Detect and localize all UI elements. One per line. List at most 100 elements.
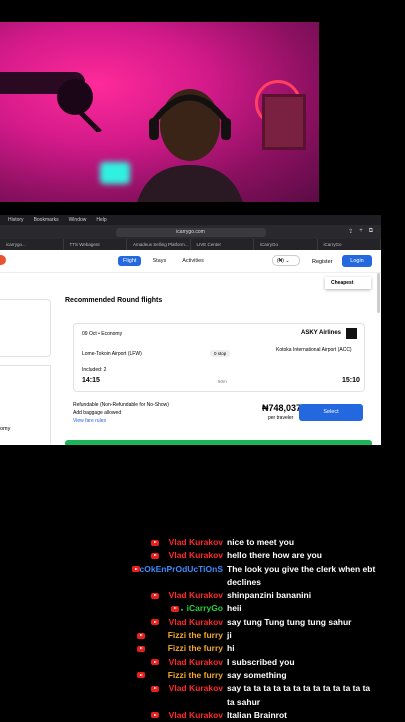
- chat-message: cOkEnPrOdUcTiOnS The look you give the cl…: [0, 563, 405, 576]
- wall-frame: [262, 94, 306, 150]
- cyan-light: [100, 162, 130, 184]
- youtube-icon: [136, 645, 145, 652]
- chat-author[interactable]: cOkEnPrOdUcTiOnS: [140, 563, 223, 576]
- refund-text: Refundable (Non-Refundable for No-Show): [73, 402, 169, 408]
- chat-text: say tung Tung tung tung sahur: [227, 616, 352, 627]
- filter-text: omy: [0, 426, 11, 432]
- fare-rules-link[interactable]: View fare rules: [73, 417, 169, 425]
- destination-airport: Kotoka International Airport (ACC): [276, 347, 352, 353]
- chat-message: ta sahur: [0, 696, 405, 709]
- chat-message: iCarryGo ▪ heii: [0, 602, 405, 615]
- chat-author[interactable]: Vlad Kurakov: [169, 549, 223, 562]
- chat-author[interactable]: Vlad Kurakov: [169, 682, 223, 695]
- chat-author[interactable]: Vlad Kurakov: [169, 709, 223, 722]
- section-title: Recommended Round flights: [65, 297, 163, 304]
- airline-logo: [346, 328, 357, 339]
- menu-help[interactable]: Help: [96, 217, 106, 223]
- chat-author[interactable]: Fizzi the furry: [168, 629, 223, 642]
- new-tab-icon[interactable]: +: [359, 228, 363, 235]
- register-link[interactable]: Register: [312, 259, 332, 265]
- chat-text: ta sahur: [227, 696, 261, 707]
- tab-1[interactable]: icarrygo...: [0, 239, 64, 250]
- chat-message: Fizzi the furry ji: [0, 629, 405, 642]
- select-button[interactable]: Select: [299, 404, 363, 421]
- chat-message: Vlad Kurakov I subscribed you: [0, 656, 405, 669]
- chat-text: ji: [227, 630, 232, 641]
- chat-author[interactable]: Vlad Kurakov: [169, 536, 223, 549]
- origin-airport: Lome-Tokoin Airport (LFW): [82, 351, 142, 357]
- site-nav: Flight Stays Activities (₦) ⌄ Register L…: [0, 250, 381, 273]
- per-traveler: per traveler: [268, 415, 294, 421]
- microphone-icon: [0, 72, 102, 132]
- arrive-time: 15:10: [342, 377, 360, 384]
- chat-text: say something: [227, 669, 287, 680]
- chat-text: say ta ta ta ta ta ta ta ta ta ta ta ta …: [227, 683, 371, 694]
- chat-author[interactable]: Vlad Kurakov: [169, 616, 223, 629]
- chat-message: Fizzi the furry hi: [0, 642, 405, 655]
- youtube-icon: [151, 712, 160, 719]
- next-card-banner: [65, 440, 372, 445]
- currency-select[interactable]: (₦) ⌄: [272, 255, 300, 266]
- chat-text: hello there how are you: [227, 550, 322, 561]
- youtube-icon: [136, 672, 145, 679]
- filter-panel: [0, 299, 51, 357]
- chat-author[interactable]: Vlad Kurakov: [169, 589, 223, 602]
- youtube-icon: [151, 592, 160, 599]
- site-logo[interactable]: [0, 255, 6, 265]
- tab-activities[interactable]: Activities: [177, 256, 209, 266]
- filter-panel-2: omy: [0, 365, 51, 445]
- chat-text: heii: [227, 603, 242, 614]
- browser-toolbar: icarrygo.com ⇪ + ⧉: [0, 225, 381, 239]
- chevron-down-icon: ⌄: [285, 258, 290, 264]
- menu-window[interactable]: Window: [69, 217, 87, 223]
- tab-5[interactable]: iCarryGo: [254, 239, 318, 250]
- menu-bar: History Bookmarks Window Help: [0, 215, 381, 225]
- chat-message: Fizzi the furry say something: [0, 669, 405, 682]
- chat-message: Vlad Kurakov shinpanzini bananini: [0, 589, 405, 602]
- chat-text: Italian Brainrot: [227, 709, 287, 720]
- youtube-icon: [151, 659, 160, 666]
- share-icon[interactable]: ⇪: [348, 228, 353, 235]
- youtube-icon: [151, 539, 160, 546]
- airline-name: ASKY Airlines: [301, 330, 342, 336]
- included-count: Included: 2: [82, 367, 107, 373]
- youtube-icon: [170, 605, 179, 612]
- tab-3[interactable]: Amadeus Selling Platform...: [127, 239, 191, 250]
- address-bar[interactable]: icarrygo.com: [115, 227, 266, 237]
- stops-badge: 0 stop: [210, 350, 231, 357]
- chat-author[interactable]: Vlad Kurakov: [169, 656, 223, 669]
- chat-text: I subscribed you: [227, 656, 295, 667]
- chat-text: nice to meet you: [227, 537, 295, 547]
- flight-duration: 50m: [218, 379, 227, 384]
- login-button[interactable]: Login: [342, 255, 372, 267]
- chat-text: declines: [227, 576, 262, 587]
- chat-message: Vlad Kurakov Italian Brainrot: [0, 709, 405, 722]
- chat-message: Vlad Kurakov say tung Tung tung tung sahu…: [0, 616, 405, 629]
- youtube-icon: [136, 632, 145, 639]
- chat-author[interactable]: Fizzi the furry: [168, 642, 223, 655]
- tab-4[interactable]: LIVE Center: [191, 239, 254, 250]
- tab-overview-icon[interactable]: ⧉: [369, 228, 373, 235]
- chat-text: hi: [227, 643, 235, 654]
- chat-text: shinpanzini bananini: [227, 590, 312, 601]
- chat-text: The look you give the clerk when ebt: [227, 563, 376, 574]
- tab-2[interactable]: TTS Webagent: [64, 239, 127, 250]
- tab-stays[interactable]: Stays: [147, 256, 171, 266]
- price: ₦748,037: [262, 403, 302, 413]
- chat-author[interactable]: iCarryGo: [187, 602, 223, 615]
- fare-info: Refundable (Non-Refundable for No-Show) …: [73, 401, 169, 425]
- browser-window: History Bookmarks Window Help icarrygo.c…: [0, 215, 381, 445]
- tab-flight[interactable]: Flight: [118, 256, 142, 266]
- chat-message: Vlad Kurakov nice to meet you: [0, 536, 405, 549]
- youtube-icon: [151, 552, 160, 559]
- sort-cheapest-option[interactable]: Cheapest: [325, 277, 371, 289]
- scrollbar[interactable]: [377, 273, 380, 313]
- youtube-icon: [151, 685, 160, 692]
- currency-label: (₦): [277, 258, 284, 264]
- tab-6[interactable]: iCarryGo: [318, 239, 381, 250]
- flight-date: 09 Oct • Economy: [82, 331, 123, 337]
- menu-history[interactable]: History: [8, 217, 24, 223]
- menu-bookmarks[interactable]: Bookmarks: [34, 217, 59, 223]
- flight-card[interactable]: 09 Oct • Economy ASKY Airlines Lome-Toko…: [73, 323, 365, 392]
- chat-author[interactable]: Fizzi the furry: [168, 669, 223, 682]
